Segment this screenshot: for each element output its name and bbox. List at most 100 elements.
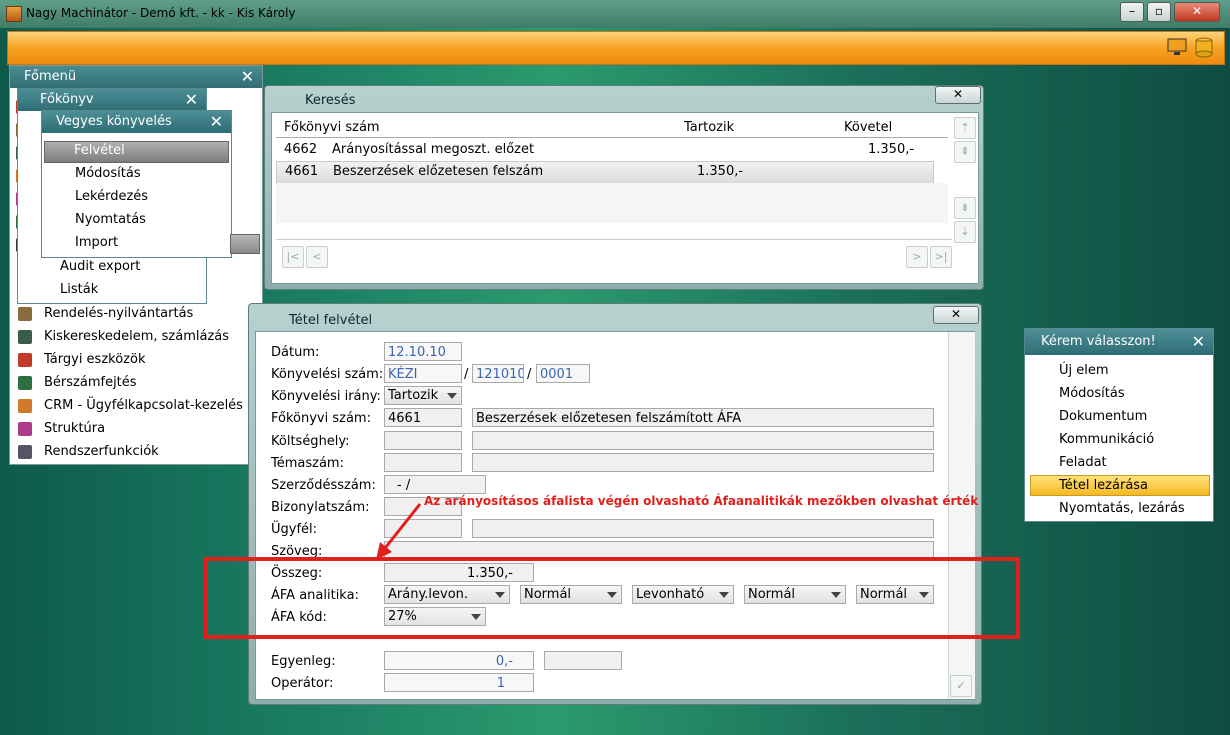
datum-field[interactable]: 12.10.10 bbox=[384, 342, 462, 361]
egyenleg-extra-field bbox=[544, 651, 622, 670]
menu-item-import[interactable]: Import bbox=[75, 235, 118, 250]
fokonyv-name-field[interactable]: Beszerzések előzetesen felszámított ÁFA bbox=[472, 408, 934, 427]
tema-name-field[interactable] bbox=[472, 453, 934, 472]
label-szerzodes: Szerződésszám: bbox=[271, 478, 376, 493]
fokonyv-selected-bar bbox=[230, 234, 260, 254]
koltseg-name-field[interactable] bbox=[472, 431, 934, 450]
main-menu-item[interactable]: CRM - Ügyfélkapcsolat-kezelés bbox=[14, 396, 254, 416]
main-menu-item-label: CRM - Ügyfélkapcsolat-kezelés bbox=[44, 398, 243, 413]
konyvszam-prefix-field[interactable]: KÉZI bbox=[384, 364, 462, 383]
close-button[interactable]: ✕ bbox=[1174, 2, 1220, 22]
next-page-button[interactable]: > bbox=[906, 246, 928, 268]
scroll-up-button[interactable]: ⇞ bbox=[954, 141, 976, 163]
maximize-button[interactable]: ▫ bbox=[1147, 2, 1171, 22]
konyvszam-mid-field[interactable]: 121010 bbox=[472, 364, 524, 383]
search-dialog: Keresés ✕ Főkönyvi szám Tartozik Követel… bbox=[264, 85, 984, 290]
database-icon[interactable] bbox=[1193, 36, 1215, 58]
choose-header: Kérem válasszon! ✕ bbox=[1025, 329, 1213, 355]
main-menu-header: Főmenü ✕ bbox=[10, 66, 262, 88]
crm-icon bbox=[18, 399, 32, 413]
monitor-icon[interactable] bbox=[1166, 36, 1188, 58]
column-header-fokonyv[interactable]: Főkönyvi szám bbox=[284, 120, 380, 135]
minimize-button[interactable]: – bbox=[1120, 2, 1144, 22]
choose-item-modositas[interactable]: Módosítás bbox=[1059, 386, 1125, 401]
tema-code-field[interactable] bbox=[384, 453, 462, 472]
vegyes-close-icon[interactable]: ✕ bbox=[210, 112, 223, 131]
payroll-icon bbox=[18, 376, 32, 390]
choose-item-feladat[interactable]: Feladat bbox=[1059, 455, 1107, 470]
main-menu-item[interactable]: Tárgyi eszközök bbox=[14, 350, 254, 370]
choose-item-uj-elem[interactable]: Új elem bbox=[1059, 363, 1109, 378]
label-ugyfel: Ügyfél: bbox=[271, 522, 318, 537]
scroll-down-button[interactable]: ⇟ bbox=[954, 197, 976, 219]
menu-item-nyomtatas[interactable]: Nyomtatás bbox=[75, 212, 146, 227]
tetel-close-button[interactable]: ✕ bbox=[933, 306, 979, 324]
title-bar: Nagy Machinátor - Demó kft. - kk - Kis K… bbox=[0, 0, 1230, 28]
choose-item-tetel-lezarasa[interactable]: Tétel lezárása bbox=[1059, 478, 1148, 493]
main-menu-item-label: Bérszámfejtés bbox=[44, 375, 137, 390]
choose-item-dokumentum[interactable]: Dokumentum bbox=[1059, 409, 1147, 424]
table-row[interactable]: 4661 Beszerzések előzetesen felszám 1.35… bbox=[276, 161, 934, 184]
menu-item-modositas[interactable]: Módosítás bbox=[75, 166, 141, 181]
menu-item-selected-bg bbox=[44, 141, 229, 163]
chevron-down-icon bbox=[447, 393, 457, 399]
label-bizonylat: Bizonylatszám: bbox=[271, 500, 370, 515]
koltseg-code-field[interactable] bbox=[384, 431, 462, 450]
fokonyv-close-icon[interactable]: ✕ bbox=[185, 90, 198, 109]
prev-page-button[interactable]: < bbox=[306, 246, 328, 268]
ok-check-button[interactable]: ✓ bbox=[950, 675, 972, 697]
main-menu-item[interactable]: Bérszámfejtés bbox=[14, 373, 254, 393]
row-name: Arányosítással megoszt. előzet bbox=[332, 142, 535, 157]
main-menu-title: Főmenü bbox=[24, 69, 77, 84]
choose-close-icon[interactable]: ✕ bbox=[1192, 332, 1205, 351]
cash-register-icon bbox=[18, 330, 32, 344]
main-menu-item[interactable]: Kiskereskedelem, számlázás bbox=[14, 327, 254, 347]
menu-item-listak[interactable]: Listák bbox=[60, 282, 98, 297]
fokonyv-code-field[interactable]: 4661 bbox=[384, 408, 462, 427]
menu-item-lekerdezes[interactable]: Lekérdezés bbox=[75, 189, 148, 204]
vegyes-title: Vegyes könyvelés bbox=[56, 114, 172, 129]
menu-item-audit-export[interactable]: Audit export bbox=[60, 259, 140, 274]
nav-divider bbox=[276, 239, 952, 240]
row-kovetel: 1.350,- bbox=[868, 142, 915, 157]
search-close-button[interactable]: ✕ bbox=[935, 86, 981, 104]
toolbar bbox=[7, 31, 1225, 65]
fokonyv-title: Főkönyv bbox=[40, 92, 94, 107]
choose-item-nyomtatas-lezaras[interactable]: Nyomtatás, lezárás bbox=[1059, 501, 1185, 516]
vegyes-header: Vegyes könyvelés ✕ bbox=[42, 111, 231, 133]
main-menu-item[interactable]: Rendszerfunkciók bbox=[14, 442, 254, 462]
first-page-button[interactable]: |< bbox=[282, 246, 304, 268]
label-datum: Dátum: bbox=[271, 345, 320, 360]
label-irany: Könyvelési irány: bbox=[271, 389, 381, 404]
main-menu-item-label: Kiskereskedelem, számlázás bbox=[44, 329, 230, 344]
settings-icon bbox=[18, 445, 32, 459]
label-fokonyv: Főkönyvi szám: bbox=[271, 411, 371, 426]
ugyfel-name-field[interactable] bbox=[472, 519, 934, 538]
main-menu-item-label: Rendszerfunkciók bbox=[44, 444, 159, 459]
row-name: Beszerzések előzetesen felszám bbox=[333, 164, 544, 179]
main-menu-close-icon[interactable]: ✕ bbox=[241, 67, 254, 86]
menu-item-felvetel[interactable]: Felvétel bbox=[74, 143, 125, 158]
assets-icon bbox=[18, 353, 32, 367]
konyvszam-suffix-field[interactable]: 0001 bbox=[536, 364, 590, 383]
irany-select[interactable]: Tartozik bbox=[384, 386, 462, 405]
egyenleg-field: 0,- bbox=[384, 651, 534, 670]
main-menu-item-label: Tárgyi eszközök bbox=[44, 352, 146, 367]
form-scrollbar[interactable] bbox=[948, 332, 975, 699]
last-page-button[interactable]: >| bbox=[930, 246, 952, 268]
table-row[interactable]: 4662 Arányosítással megoszt. előzet 1.35… bbox=[276, 139, 948, 161]
choose-item-kommunikacio[interactable]: Kommunikáció bbox=[1059, 432, 1154, 447]
main-menu-item[interactable]: Rendelés-nyilvántartás bbox=[14, 304, 254, 324]
konyvszam-separator: / bbox=[527, 367, 532, 382]
label-koltseg: Költséghely: bbox=[271, 434, 350, 449]
scroll-bottom-button[interactable]: ⇣ bbox=[954, 221, 976, 243]
label-tema: Témaszám: bbox=[271, 456, 344, 471]
column-header-kovetel[interactable]: Követel bbox=[844, 120, 892, 135]
label-konyvszam: Könyvelési szám: bbox=[271, 367, 384, 382]
szerzodes-field[interactable]: - / bbox=[384, 475, 486, 494]
column-header-tartozik[interactable]: Tartozik bbox=[684, 120, 734, 135]
tetel-title: Tétel felvétel bbox=[289, 313, 373, 328]
main-menu-item[interactable]: Struktúra bbox=[14, 419, 254, 439]
main-menu-item-label: Struktúra bbox=[44, 421, 106, 436]
scroll-top-button[interactable]: ⇡ bbox=[954, 117, 976, 139]
